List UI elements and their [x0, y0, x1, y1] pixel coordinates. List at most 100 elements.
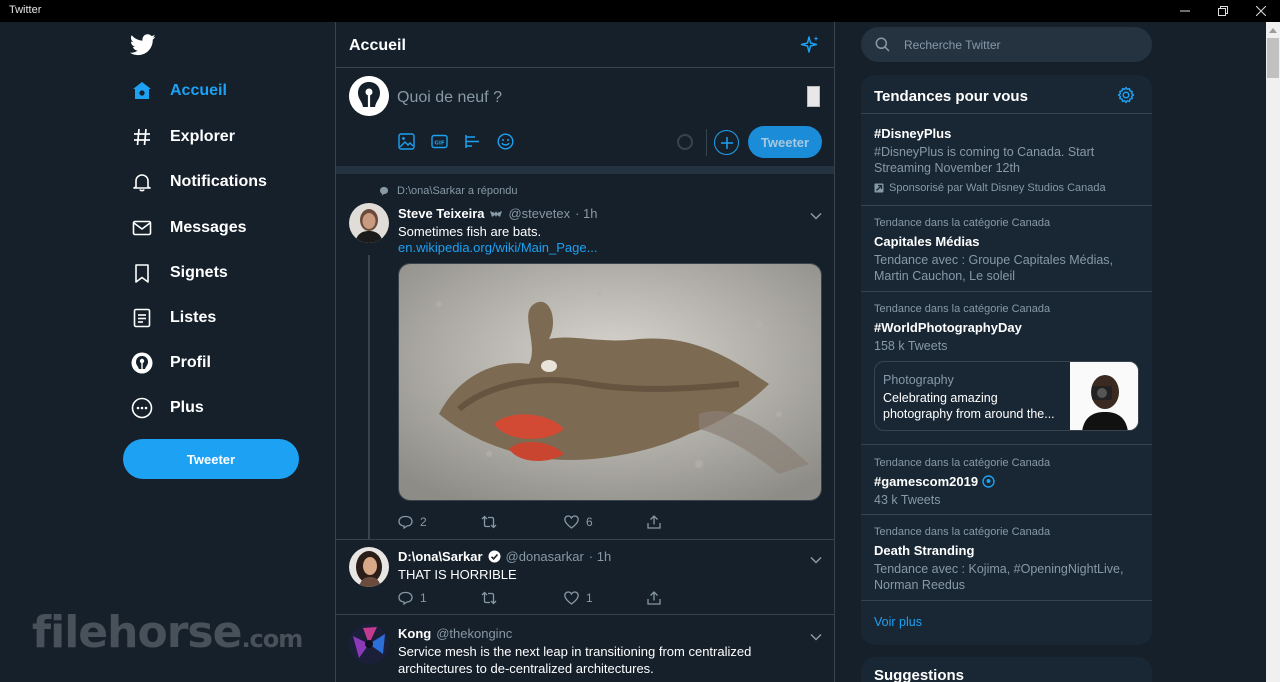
- nav-home[interactable]: Accueil: [131, 76, 227, 106]
- trend-title[interactable]: #WorldPhotographyDay: [874, 320, 1022, 335]
- search-input[interactable]: Recherche Twitter: [861, 27, 1152, 62]
- trend-description: #DisneyPlus is coming to Canada. Start S…: [874, 145, 1095, 175]
- avatar[interactable]: [349, 547, 389, 587]
- reply-icon: [398, 591, 413, 605]
- compose-input[interactable]: Quoi de neuf ?: [397, 89, 502, 107]
- sparkle-icon[interactable]: [799, 34, 821, 61]
- image-icon[interactable]: [397, 132, 416, 151]
- tweet-header: D:\ona\Sarkar @donasarkar · 1h: [398, 549, 611, 564]
- compose-tweet-button[interactable]: Tweeter: [748, 126, 822, 158]
- avatar[interactable]: [349, 203, 389, 243]
- chevron-down-icon[interactable]: [810, 207, 822, 225]
- gif-icon[interactable]: GIF: [430, 132, 449, 151]
- tweet-actions: 1 1: [398, 591, 730, 605]
- author-handle[interactable]: @donasarkar: [506, 549, 584, 564]
- trend-title: #gamescom2019: [874, 474, 979, 489]
- trend-description: Tendance avec : Groupe Capitales Médias,…: [874, 253, 1114, 283]
- minimize-button[interactable]: [1166, 0, 1204, 22]
- window-title: Twitter: [9, 4, 42, 16]
- home-icon: [131, 80, 153, 102]
- author-name[interactable]: D:\ona\Sarkar: [398, 549, 483, 564]
- timestamp: · 1h: [575, 206, 598, 221]
- author-handle[interactable]: @stevetex: [508, 206, 570, 221]
- like-button[interactable]: 6: [564, 515, 647, 529]
- nav-label: Plus: [170, 399, 204, 416]
- close-icon: [1256, 6, 1266, 16]
- bat-emoji-icon: [490, 210, 503, 217]
- nav-more[interactable]: Plus: [131, 393, 204, 423]
- retweet-icon: [481, 515, 497, 529]
- window-titlebar: Twitter: [0, 0, 1280, 22]
- thread-line: [368, 255, 370, 540]
- restore-button[interactable]: [1204, 0, 1242, 22]
- poll-icon[interactable]: [463, 132, 482, 151]
- nav-explore[interactable]: Explorer: [131, 122, 235, 152]
- add-tweet-button[interactable]: [714, 130, 739, 155]
- share-button[interactable]: [647, 515, 730, 529]
- nav-profile[interactable]: Profil: [131, 348, 211, 378]
- trend-item[interactable]: Tendance dans la catégorie Canada #games…: [861, 446, 1152, 515]
- compose-scrollbar[interactable]: [807, 86, 820, 107]
- trend-title-row[interactable]: #gamescom2019: [874, 474, 995, 489]
- trends-title: Tendances pour vous: [874, 88, 1028, 105]
- divider: [336, 614, 834, 615]
- show-more-link[interactable]: Voir plus: [874, 615, 922, 629]
- author-handle[interactable]: @thekonginc: [436, 626, 512, 641]
- divider: [706, 129, 707, 156]
- nav-label: Signets: [170, 264, 228, 281]
- trend-count: 43 k Tweets: [874, 493, 941, 507]
- tweet-link[interactable]: en.wikipedia.org/wiki/Main_Page...: [398, 240, 597, 255]
- reply-context-text: D:\ona\Sarkar a répondu: [397, 185, 518, 197]
- compose-box: Quoi de neuf ? GIF Tweeter: [336, 68, 834, 166]
- trend-item[interactable]: Tendance dans la catégorie Canada Death …: [861, 515, 1152, 602]
- nav-label: Accueil: [170, 82, 227, 99]
- list-icon: [131, 307, 153, 329]
- main-timeline: Accueil Quoi de neuf ? GIF Tweeter D:\on…: [335, 22, 835, 682]
- card-description: Celebrating amazing photography from aro…: [883, 391, 1055, 421]
- trend-item[interactable]: #DisneyPlus #DisneyPlus is coming to Can…: [861, 114, 1152, 206]
- page-title: Accueil: [349, 37, 406, 54]
- nav-label: Explorer: [170, 128, 235, 145]
- trend-item[interactable]: Tendance dans la catégorie Canada Capita…: [861, 206, 1152, 293]
- watermark-logo: filehorse.com: [32, 607, 303, 658]
- nav-label: Messages: [170, 219, 247, 236]
- timestamp: · 1h: [588, 549, 612, 564]
- tweet-button[interactable]: Tweeter: [123, 439, 299, 479]
- scroll-thumb[interactable]: [1267, 38, 1279, 78]
- author-name[interactable]: Steve Teixeira: [398, 206, 484, 221]
- window-scrollbar[interactable]: [1266, 22, 1280, 682]
- scroll-up-icon[interactable]: [1269, 28, 1277, 33]
- trend-category: Tendance dans la catégorie Canada: [874, 303, 1051, 315]
- chevron-down-icon[interactable]: [810, 551, 822, 569]
- tweet-photo[interactable]: [398, 263, 822, 501]
- trend-title[interactable]: Death Stranding: [874, 543, 974, 558]
- retweet-button[interactable]: [481, 591, 564, 605]
- tweet-header: Steve Teixeira @stevetex · 1h: [398, 206, 598, 221]
- card-title: Photography: [883, 373, 954, 387]
- trend-title[interactable]: Capitales Médias: [874, 234, 980, 249]
- avatar[interactable]: [349, 624, 389, 664]
- nav-lists[interactable]: Listes: [131, 303, 216, 333]
- nav-bookmarks[interactable]: Signets: [131, 258, 228, 288]
- retweet-button[interactable]: [481, 515, 564, 529]
- share-button[interactable]: [647, 591, 730, 605]
- reply-button[interactable]: 2: [398, 515, 481, 529]
- left-sidebar: Accueil Explorer Notifications Messages …: [0, 22, 335, 682]
- verified-icon: [488, 550, 501, 563]
- close-button[interactable]: [1242, 0, 1280, 22]
- like-button[interactable]: 1: [564, 591, 647, 605]
- emoji-icon[interactable]: [496, 132, 515, 151]
- gear-icon[interactable]: [1117, 86, 1135, 109]
- search-placeholder: Recherche Twitter: [904, 38, 1001, 52]
- trend-category: Tendance dans la catégorie Canada: [874, 217, 1051, 229]
- author-name[interactable]: Kong: [398, 626, 431, 641]
- avatar[interactable]: [349, 76, 389, 116]
- nav-notifications[interactable]: Notifications: [131, 167, 267, 197]
- restore-icon: [1218, 6, 1228, 16]
- share-icon: [647, 591, 661, 605]
- twitter-logo-icon[interactable]: [129, 34, 156, 61]
- trend-title[interactable]: #DisneyPlus: [874, 126, 951, 141]
- trend-photo-card[interactable]: Photography Celebrating amazing photogra…: [874, 361, 1139, 431]
- nav-messages[interactable]: Messages: [131, 213, 247, 243]
- reply-button[interactable]: 1: [398, 591, 481, 605]
